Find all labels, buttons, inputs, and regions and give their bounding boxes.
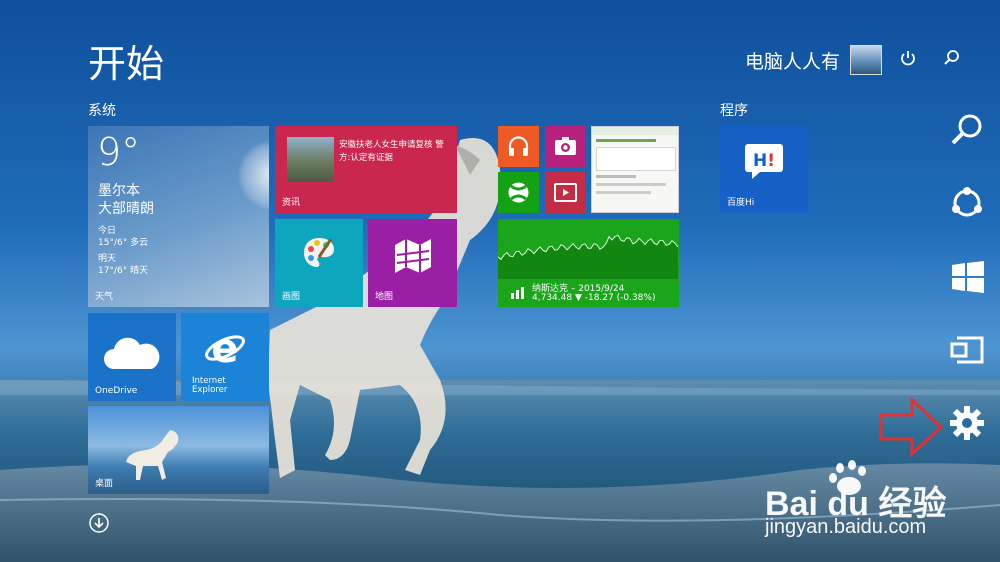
xbox-games-icon [508, 182, 529, 203]
browser-preview-tile[interactable] [591, 126, 679, 213]
news-thumbnail [287, 137, 334, 182]
preview-line [596, 183, 666, 186]
search-button[interactable] [942, 48, 962, 68]
weather-tile[interactable]: 9° 墨尔本 大部晴朗 今日 15°/6° 多云 明天 17°/6° 晴天 天气 [88, 126, 269, 307]
user-name[interactable]: 电脑人人有 [745, 47, 840, 74]
ie-tile[interactable]: e Internet Explorer [181, 313, 269, 401]
onedrive-tile[interactable]: OneDrive [88, 313, 176, 401]
weather-temp: 9° [97, 130, 141, 174]
devices-charm[interactable] [949, 334, 985, 366]
baiduhi-tile-label: 百度Hi [727, 198, 755, 208]
svg-text:e: e [211, 326, 238, 370]
group-label-system: 系统 [88, 103, 116, 119]
weather-city: 墨尔本 [98, 183, 140, 199]
share-charm[interactable] [949, 185, 985, 221]
paint-tile[interactable]: 画图 [275, 219, 363, 307]
search-icon [951, 114, 982, 145]
settings-charm[interactable] [949, 405, 985, 441]
power-icon [901, 51, 915, 66]
baidu-jingyan-watermark: Bai du 经验 jingyan.baidu.com [765, 458, 975, 548]
paint-tile-label: 画图 [282, 292, 301, 302]
down-arrow-circle-icon [89, 513, 109, 533]
watermark-url: jingyan.baidu.com [765, 516, 927, 538]
weather-tile-label: 天气 [95, 292, 114, 302]
finance-tile[interactable]: 纳斯达克 – 2015/9/24 4,734.48 ▼ -18.27 (-0.3… [498, 219, 679, 307]
maps-tile[interactable]: 地图 [368, 219, 457, 307]
preview-titlebar [592, 127, 678, 135]
power-button[interactable] [898, 48, 918, 68]
group-label-programs: 程序 [720, 103, 748, 119]
preview-line [596, 191, 651, 194]
weather-tomorrow-forecast: 17°/6° 晴天 [98, 266, 149, 276]
preview-line [596, 175, 636, 178]
camera-icon [555, 137, 576, 155]
baiduhi-tile[interactable]: H! 百度Hi [720, 126, 808, 213]
preview-line [596, 139, 656, 142]
maps-tile-label: 地图 [375, 292, 394, 302]
weather-condition: 大部晴朗 [98, 201, 154, 217]
news-tile-label: 资讯 [282, 198, 301, 208]
finance-value: 4,734.48 ▼ -18.27 (-0.38%) [532, 293, 656, 303]
search-icon [944, 50, 959, 65]
games-tile[interactable] [498, 172, 539, 213]
internet-explorer-icon: e [205, 326, 245, 370]
weather-sun [238, 140, 269, 210]
svg-text:H!: H! [753, 151, 775, 171]
onedrive-tile-label: OneDrive [95, 386, 138, 396]
windows-logo-icon [952, 261, 984, 293]
red-arrow-annotation [879, 396, 944, 458]
music-tile[interactable] [498, 126, 539, 167]
baidu-hi-icon: H! [745, 144, 783, 179]
cloud-icon [104, 337, 160, 369]
video-tile[interactable] [545, 172, 586, 213]
search-charm[interactable] [949, 112, 985, 148]
news-tile[interactable]: 安徽扶老人女生申请复核 警方:认定有证据 资讯 [275, 126, 457, 213]
desktop-tile[interactable]: 桌面 [88, 406, 269, 494]
start-title: 开始 [88, 42, 165, 86]
start-charm[interactable] [951, 261, 985, 293]
map-icon [395, 239, 431, 273]
headphones-icon [508, 136, 529, 156]
desktop-tile-label: 桌面 [95, 479, 114, 489]
ie-tile-label: Internet Explorer [192, 376, 228, 395]
user-avatar[interactable] [850, 45, 882, 75]
video-icon [554, 183, 577, 202]
weather-today-forecast: 15°/6° 多云 [98, 238, 149, 248]
preview-box [596, 147, 676, 171]
all-apps-button[interactable] [89, 513, 109, 533]
share-icon [952, 187, 982, 217]
news-headline: 安徽扶老人女生申请复核 警方:认定有证据 [339, 140, 444, 163]
gear-icon [950, 406, 984, 440]
desktop-horse-thumbnail [126, 430, 179, 480]
camera-tile[interactable] [545, 126, 586, 167]
stock-chart [498, 234, 679, 279]
stock-chart-icon [511, 287, 524, 299]
palette-icon [304, 238, 334, 267]
devices-icon [950, 336, 984, 364]
